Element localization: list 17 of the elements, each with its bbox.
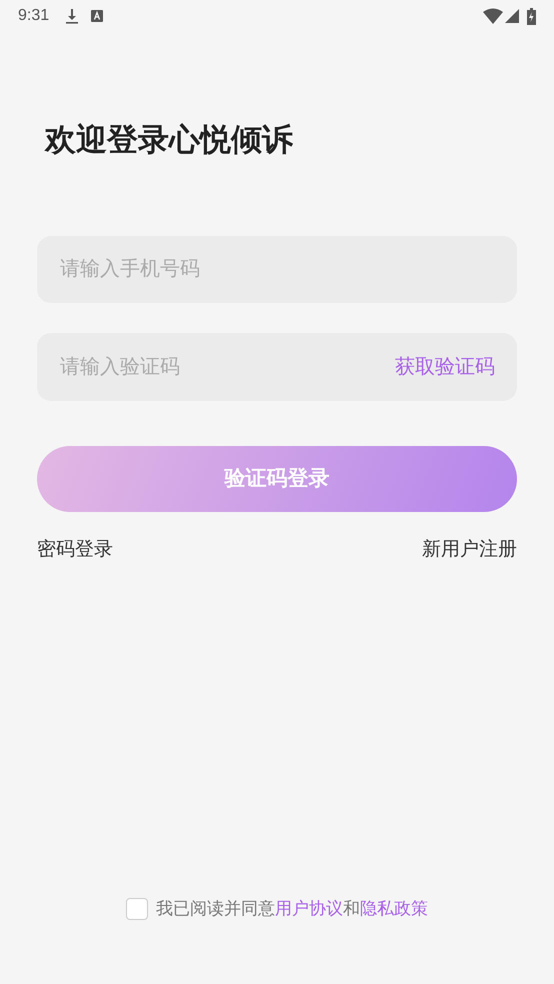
download-icon [65,8,80,24]
agreement-link[interactable]: 用户协议 [275,899,343,918]
wifi-icon [483,8,503,24]
agreement-text: 我已阅读并同意用户协议和隐私政策 [156,898,428,920]
keyboard-a-icon [91,10,104,22]
login-button[interactable]: 验证码登录 [37,446,517,512]
page-title: 欢迎登录心悦倾诉 [45,121,294,159]
agreement-link[interactable]: 隐私政策 [360,899,428,918]
status-time: 9:31 [18,6,50,26]
battery-charging-icon [527,8,536,24]
phone-input-field[interactable]: 请输入手机号码 [37,236,517,303]
get-code-button[interactable]: 获取验证码 [395,352,495,382]
code-input-field[interactable]: 请输入验证码 获取验证码 [37,333,517,401]
signal-icon [505,9,519,23]
register-link[interactable]: 新用户注册 [422,536,517,564]
agreement-checkbox[interactable] [126,898,148,920]
password-login-link[interactable]: 密码登录 [37,536,113,564]
